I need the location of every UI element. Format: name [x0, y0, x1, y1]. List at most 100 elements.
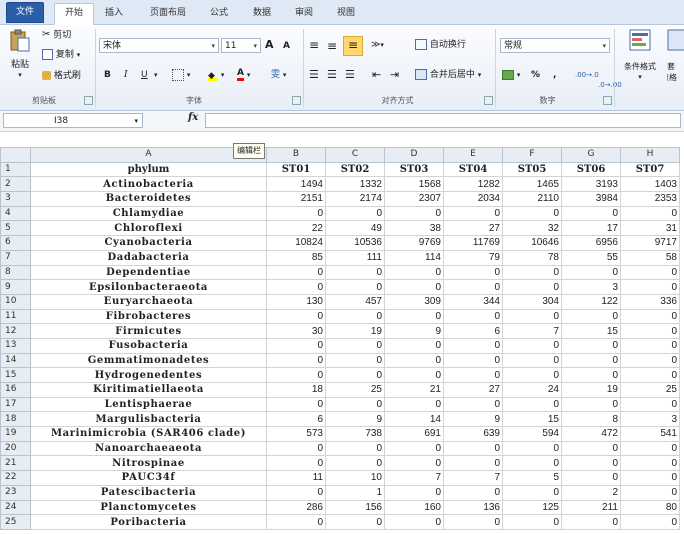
row-header[interactable]: 14 — [0, 352, 31, 369]
cell-count[interactable]: 0 — [325, 308, 385, 325]
cell-count[interactable]: 30 — [266, 323, 326, 339]
cell-count[interactable]: 0 — [266, 352, 326, 369]
cell-count[interactable]: 1282 — [443, 176, 503, 193]
cell-count[interactable]: 0 — [620, 337, 680, 354]
cell-station-header[interactable]: ST01 — [266, 161, 326, 178]
cell-count[interactable]: 1465 — [502, 176, 562, 193]
align-right-button[interactable]: ☰ — [345, 67, 355, 83]
cell-count[interactable]: 0 — [384, 352, 444, 369]
cell-count[interactable]: 9717 — [620, 235, 680, 251]
cell-count[interactable]: 10536 — [325, 235, 385, 251]
cell-count[interactable]: 0 — [561, 514, 621, 530]
row-header[interactable]: 12 — [0, 323, 31, 339]
cell-count[interactable]: 136 — [443, 499, 503, 516]
tab-view[interactable]: 视图 — [330, 4, 362, 23]
cell-count[interactable]: 6 — [266, 411, 326, 428]
cell-phylum-name[interactable]: Nitrospinae — [30, 455, 267, 472]
cell-count[interactable]: 0 — [620, 264, 680, 281]
row-header[interactable]: 3 — [0, 191, 31, 207]
cell-count[interactable]: 78 — [502, 249, 562, 266]
cell-count[interactable]: 0 — [502, 514, 562, 530]
cell-count[interactable]: 0 — [384, 367, 444, 383]
select-all-corner[interactable] — [0, 147, 31, 163]
cell-count[interactable]: 111 — [325, 249, 385, 266]
cell-count[interactable]: 0 — [502, 337, 562, 354]
cell-count[interactable]: 31 — [620, 220, 680, 237]
cell-count[interactable]: 6 — [443, 323, 503, 339]
tab-review[interactable]: 审阅 — [288, 4, 320, 23]
cell-count[interactable]: 0 — [325, 440, 385, 457]
cell-phylum-name[interactable]: Poribacteria — [30, 514, 267, 530]
cell-count[interactable]: 21 — [384, 382, 444, 398]
cell-phylum-name[interactable]: Dependentiae — [30, 264, 267, 281]
cell-station-header[interactable]: ST05 — [502, 161, 562, 178]
cell-count[interactable]: 7 — [502, 323, 562, 339]
cell-count[interactable]: 336 — [620, 293, 680, 310]
cell-count[interactable]: 541 — [620, 426, 680, 442]
cut-button[interactable]: ✂ 剪切 — [42, 27, 71, 43]
cell-station-header[interactable]: ST03 — [384, 161, 444, 178]
cell-count[interactable]: 0 — [443, 455, 503, 472]
cell-count[interactable]: 0 — [502, 367, 562, 383]
cell-count[interactable]: 9769 — [384, 235, 444, 251]
cell-count[interactable]: 0 — [561, 308, 621, 325]
cell-count[interactable]: 19 — [325, 323, 385, 339]
cell-count[interactable]: 27 — [443, 382, 503, 398]
increase-decimal-button[interactable]: .00→.0 — [575, 67, 599, 83]
border-button[interactable]: ▾ — [172, 67, 190, 83]
cell-count[interactable]: 0 — [502, 279, 562, 295]
column-header[interactable]: D — [384, 147, 444, 163]
cell-count[interactable]: 7 — [384, 470, 444, 486]
cell-count[interactable]: 0 — [620, 514, 680, 530]
cell-count[interactable]: 457 — [325, 293, 385, 310]
conditional-format-button[interactable]: 条件格式 ▾ — [620, 29, 660, 84]
cell-count[interactable]: 0 — [384, 484, 444, 501]
cell-count[interactable]: 0 — [443, 352, 503, 369]
cell-count[interactable]: 0 — [443, 308, 503, 325]
cell-phylum-name[interactable]: Fusobacteria — [30, 337, 267, 354]
cell-count[interactable]: 10824 — [266, 235, 326, 251]
cell-count[interactable]: 8 — [561, 411, 621, 428]
cell-count[interactable]: 22 — [266, 220, 326, 237]
cell-count[interactable]: 0 — [443, 279, 503, 295]
wrap-text-button[interactable]: 自动换行 — [415, 37, 466, 53]
row-header[interactable]: 9 — [0, 279, 31, 295]
cell-count[interactable]: 0 — [561, 455, 621, 472]
cell-station-header[interactable]: ST07 — [620, 161, 680, 178]
cell-count[interactable]: 27 — [443, 220, 503, 237]
cell-count[interactable]: 0 — [561, 337, 621, 354]
row-header[interactable]: 16 — [0, 382, 31, 398]
row-header[interactable]: 20 — [0, 440, 31, 457]
cell-phylum-name[interactable]: Hydrogenedentes — [30, 367, 267, 383]
cell-count[interactable]: 160 — [384, 499, 444, 516]
row-header[interactable]: 10 — [0, 293, 31, 310]
cell-phylum-name[interactable]: Fibrobacteres — [30, 308, 267, 325]
cell-count[interactable]: 114 — [384, 249, 444, 266]
cell-count[interactable]: 738 — [325, 426, 385, 442]
row-header[interactable]: 6 — [0, 235, 31, 251]
cell-count[interactable]: 32 — [502, 220, 562, 237]
cell-count[interactable]: 2034 — [443, 191, 503, 207]
cell-count[interactable]: 0 — [443, 514, 503, 530]
paste-button[interactable]: 粘贴 ▾ — [6, 29, 34, 89]
font-color-button[interactable]: A ▾ — [237, 67, 250, 83]
cell-count[interactable]: 24 — [502, 382, 562, 398]
cell-count[interactable]: 0 — [561, 264, 621, 281]
accounting-format-button[interactable]: ▾ — [502, 67, 520, 83]
cell-phylum-name[interactable]: Firmicutes — [30, 323, 267, 339]
row-header[interactable]: 19 — [0, 426, 31, 442]
cell-count[interactable]: 0 — [620, 308, 680, 325]
cell-count[interactable]: 80 — [620, 499, 680, 516]
number-launcher-icon[interactable] — [603, 96, 612, 105]
row-header[interactable]: 8 — [0, 264, 31, 281]
align-bottom-button[interactable]: ≡ — [343, 36, 363, 56]
cell-count[interactable]: 10 — [325, 470, 385, 486]
row-header[interactable]: 4 — [0, 205, 31, 222]
cell-count[interactable]: 0 — [384, 308, 444, 325]
clipboard-launcher-icon[interactable] — [84, 96, 93, 105]
cell-count[interactable]: 0 — [620, 484, 680, 501]
cell-count[interactable]: 0 — [266, 455, 326, 472]
increase-indent-button[interactable]: ⇥ — [390, 67, 399, 83]
cell-count[interactable]: 286 — [266, 499, 326, 516]
cell-count[interactable]: 0 — [266, 279, 326, 295]
